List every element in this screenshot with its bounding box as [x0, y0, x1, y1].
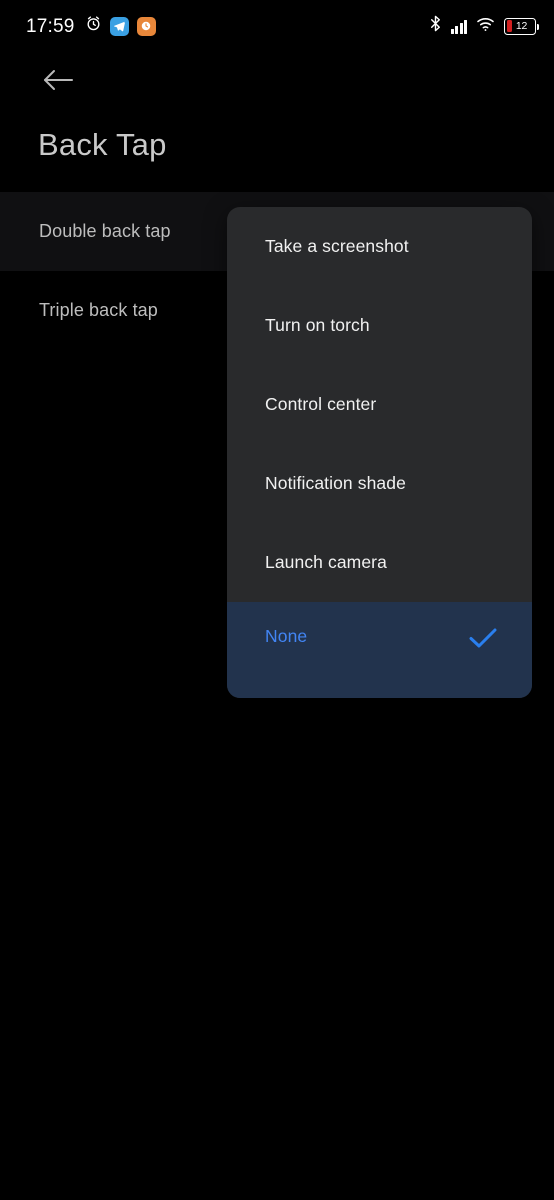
status-bar-left: 17:59	[26, 15, 156, 37]
action-dropdown-menu: Take a screenshot Turn on torch Control …	[227, 207, 532, 698]
battery-percent-label: 12	[515, 19, 528, 32]
menu-item-launch-camera[interactable]: Launch camera	[227, 523, 532, 602]
settings-row-label: Triple back tap	[39, 300, 158, 320]
menu-item-control-center[interactable]: Control center	[227, 365, 532, 444]
page-title: Back Tap	[38, 127, 167, 162]
settings-row-label: Double back tap	[39, 221, 171, 241]
battery-icon: 12	[504, 17, 539, 35]
status-bar-right: 12	[429, 15, 539, 37]
bluetooth-icon	[429, 15, 442, 37]
menu-item-label: Turn on torch	[265, 315, 370, 335]
alarm-icon	[85, 15, 102, 37]
menu-item-label: Control center	[265, 394, 377, 414]
menu-item-none[interactable]: None	[227, 602, 532, 698]
menu-item-label: Launch camera	[265, 552, 387, 572]
menu-item-label: Take a screenshot	[265, 236, 409, 256]
menu-item-turn-on-torch[interactable]: Turn on torch	[227, 286, 532, 365]
menu-item-take-a-screenshot[interactable]: Take a screenshot	[227, 207, 532, 286]
menu-item-label: Notification shade	[265, 473, 406, 493]
status-bar: 17:59 12	[0, 0, 554, 52]
orange-app-icon	[136, 16, 156, 36]
telegram-app-icon	[109, 16, 129, 36]
arrow-left-icon	[43, 69, 74, 96]
check-icon	[468, 626, 498, 655]
menu-item-label: None	[265, 626, 308, 646]
cellular-signal-icon	[450, 19, 467, 34]
back-button[interactable]	[30, 58, 86, 106]
menu-item-notification-shade[interactable]: Notification shade	[227, 444, 532, 523]
wifi-icon	[476, 16, 495, 37]
status-clock: 17:59	[26, 15, 75, 37]
